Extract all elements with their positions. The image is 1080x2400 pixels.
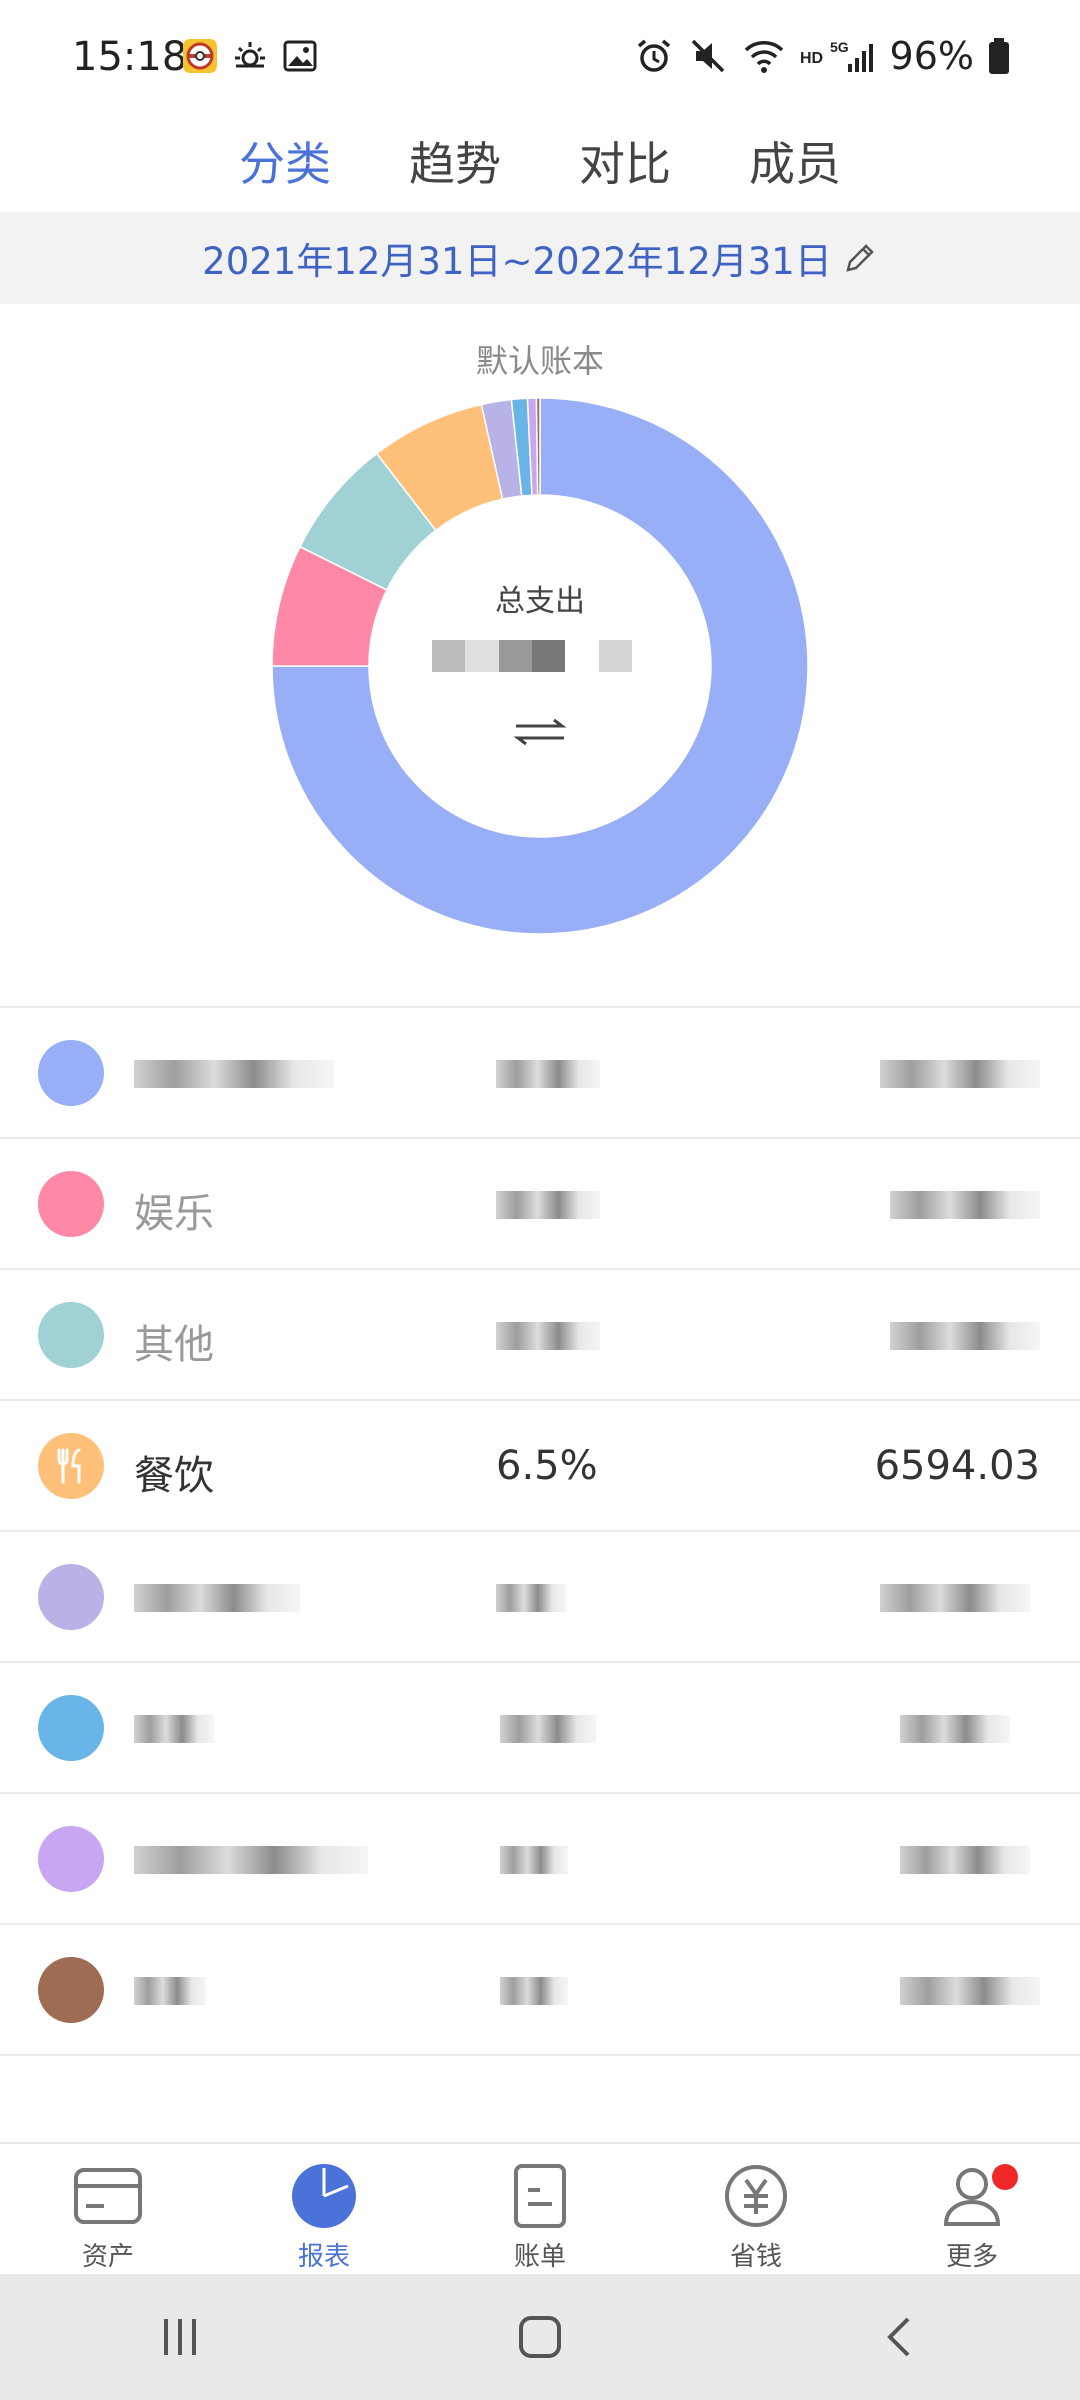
tab-category[interactable]: 分类 bbox=[239, 118, 331, 212]
other-icon bbox=[38, 1302, 104, 1368]
nav-assets[interactable]: 资产 bbox=[0, 2144, 216, 2274]
mute-icon bbox=[691, 39, 724, 73]
recent-apps-button[interactable] bbox=[120, 2297, 240, 2377]
category-row[interactable]: 餐饮 6.5% 6594.03 bbox=[0, 1401, 1080, 1532]
status-bar: 15:18 HD 5G 96% bbox=[0, 0, 1080, 120]
home-icon bbox=[519, 2316, 561, 2358]
status-time: 15:18 bbox=[72, 34, 188, 80]
bottom-nav: 资产 报表 账单 省钱 更多 bbox=[0, 2142, 1080, 2274]
battery-percent: 96% bbox=[889, 34, 974, 78]
category-name: 其他 bbox=[134, 1322, 214, 1368]
signal-icon: HD 5G bbox=[800, 39, 873, 72]
battery-icon bbox=[989, 38, 1009, 74]
category-row[interactable]: 娱乐 bbox=[0, 1139, 1080, 1270]
book-name: 默认账本 bbox=[475, 342, 604, 380]
category-icon bbox=[38, 1564, 104, 1630]
expense-chart: 默认账本 总支出 bbox=[0, 304, 1080, 1004]
nav-save-money[interactable]: 省钱 bbox=[648, 2144, 864, 2274]
nav-bill[interactable]: 账单 bbox=[432, 2144, 648, 2274]
category-name: 餐饮 bbox=[134, 1453, 214, 1499]
nav-more[interactable]: 更多 bbox=[864, 2144, 1080, 2274]
category-icon bbox=[38, 1695, 104, 1761]
nav-report[interactable]: 报表 bbox=[216, 2144, 432, 2274]
category-icon bbox=[38, 1040, 104, 1106]
category-row[interactable] bbox=[0, 1794, 1080, 1925]
tab-trend[interactable]: 趋势 bbox=[409, 118, 501, 212]
category-row[interactable]: 其他 bbox=[0, 1270, 1080, 1401]
home-button[interactable] bbox=[480, 2297, 600, 2377]
total-expense-label: 总支出 bbox=[495, 584, 585, 619]
weather-icon bbox=[235, 42, 265, 68]
category-row[interactable] bbox=[0, 1532, 1080, 1663]
notification-badge bbox=[992, 2164, 1018, 2190]
swap-icon[interactable] bbox=[512, 714, 568, 750]
total-expense-amount-redacted bbox=[432, 640, 632, 672]
svg-text:HD: HD bbox=[800, 50, 823, 67]
back-icon bbox=[887, 2317, 910, 2357]
tab-members[interactable]: 成员 bbox=[749, 118, 841, 212]
svg-text:5G: 5G bbox=[830, 39, 849, 55]
category-list: 娱乐 其他 餐饮 6.5% 6594.03 bbox=[0, 1006, 1080, 2056]
fork-knife-icon bbox=[38, 1433, 104, 1499]
category-row[interactable] bbox=[0, 1008, 1080, 1139]
back-button[interactable] bbox=[840, 2297, 960, 2377]
report-tabs: 分类 趋势 对比 成员 bbox=[0, 118, 1080, 212]
app-notification-icon bbox=[183, 39, 217, 73]
category-icon bbox=[38, 1826, 104, 1892]
category-percent: 6.5% bbox=[496, 1443, 598, 1489]
pie-chart-icon bbox=[292, 2164, 356, 2228]
yuan-icon bbox=[725, 2165, 787, 2227]
category-amount: 6594.03 bbox=[874, 1443, 1040, 1489]
category-row[interactable] bbox=[0, 1663, 1080, 1794]
wallet-icon bbox=[74, 2168, 142, 2224]
recent-apps-icon bbox=[164, 2319, 196, 2355]
category-row[interactable] bbox=[0, 1925, 1080, 2056]
wifi-icon bbox=[744, 41, 783, 73]
entertainment-icon bbox=[38, 1171, 104, 1237]
category-icon bbox=[38, 1957, 104, 2023]
pencil-icon bbox=[846, 244, 874, 272]
date-range-text: 2021年12月31日~2022年12月31日 bbox=[202, 240, 832, 283]
tab-compare[interactable]: 对比 bbox=[579, 118, 671, 212]
alarm-icon bbox=[637, 39, 670, 72]
gallery-icon bbox=[283, 40, 317, 72]
category-name: 娱乐 bbox=[134, 1191, 214, 1237]
system-nav-bar bbox=[0, 2274, 1080, 2400]
donut-slice-7[interactable] bbox=[535, 397, 541, 496]
bill-icon bbox=[514, 2164, 566, 2228]
date-range-bar[interactable]: 2021年12月31日~2022年12月31日 bbox=[0, 212, 1080, 304]
report-page: 15:18 HD 5G 96% 分类 趋势 对比 成员 2021年12月31日~… bbox=[0, 0, 1080, 2400]
